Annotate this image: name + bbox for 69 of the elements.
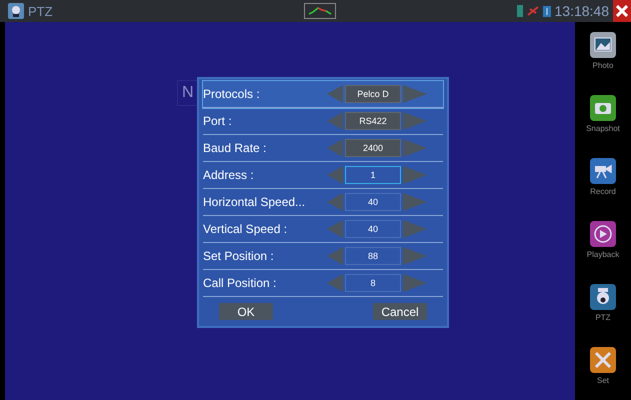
previous-button[interactable] (327, 274, 343, 292)
right-triangle-icon (403, 274, 427, 292)
field-label: Port : (203, 114, 233, 128)
previous-button[interactable] (327, 193, 343, 211)
setting-row[interactable]: Protocols : Pelco D (203, 81, 443, 108)
previous-button[interactable] (327, 139, 343, 157)
left-triangle-icon (327, 220, 343, 238)
setting-row[interactable]: Vertical Speed : 40 (203, 216, 443, 243)
field-label: Call Position : (203, 276, 278, 290)
value-field[interactable]: 88 (345, 247, 401, 265)
sidebar-item[interactable]: Set (590, 347, 616, 400)
right-triangle-icon (403, 85, 427, 103)
setting-row[interactable]: Baud Rate : 2400 (203, 135, 443, 162)
next-button[interactable] (403, 112, 427, 130)
right-triangle-icon (403, 193, 427, 211)
right-triangle-icon (403, 247, 427, 265)
next-button[interactable] (403, 247, 427, 265)
field-label: Address : (203, 168, 255, 182)
setting-row[interactable]: Call Position : 8 (203, 270, 443, 297)
right-triangle-icon (403, 220, 427, 238)
window-title: PTZ (28, 4, 53, 18)
field-label: Vertical Speed : (203, 222, 288, 236)
next-button[interactable] (403, 85, 427, 103)
next-button[interactable] (403, 166, 427, 184)
previous-button[interactable] (327, 85, 343, 103)
sidebar-item[interactable]: Snapshot (586, 95, 620, 152)
ok-button[interactable]: OK (219, 303, 273, 320)
close-button[interactable] (613, 0, 631, 22)
left-triangle-icon (327, 139, 343, 157)
left-triangle-icon (327, 85, 343, 103)
setting-row[interactable]: Horizontal Speed... 40 (203, 189, 443, 216)
value-field[interactable]: 40 (345, 193, 401, 211)
previous-button[interactable] (327, 247, 343, 265)
left-triangle-icon (327, 193, 343, 211)
setting-row[interactable]: Port : RS422 (203, 108, 443, 135)
clock-time: 13:18:48 (554, 3, 609, 19)
field-label: Protocols : (203, 87, 261, 101)
setting-row[interactable]: Set Position : 88 (203, 243, 443, 270)
value-button[interactable]: 2400 (345, 139, 401, 157)
next-button[interactable] (403, 193, 427, 211)
previous-button[interactable] (327, 112, 343, 130)
field-label: Set Position : (203, 249, 275, 263)
left-triangle-icon (327, 166, 343, 184)
sidebar-item[interactable]: Record (590, 158, 616, 215)
value-field[interactable]: 1 (345, 166, 401, 184)
previous-button[interactable] (327, 166, 343, 184)
field-label: Baud Rate : (203, 141, 268, 155)
cancel-button[interactable]: Cancel (373, 303, 427, 320)
value-button[interactable]: Pelco D (345, 85, 401, 103)
sidebar-item[interactable]: Playback (586, 221, 620, 278)
left-triangle-icon (327, 112, 343, 130)
right-triangle-icon (403, 139, 427, 157)
setting-row[interactable]: Address : 1 (203, 162, 443, 189)
signal-graph-icon (304, 3, 336, 19)
next-button[interactable] (403, 274, 427, 292)
right-triangle-icon (403, 112, 427, 130)
sidebar-item[interactable]: Photo (590, 32, 616, 89)
value-field[interactable]: 8 (345, 274, 401, 292)
value-button[interactable]: RS422 (345, 112, 401, 130)
next-button[interactable] (403, 139, 427, 157)
close-icon (616, 5, 628, 17)
field-label: Horizontal Speed... (203, 195, 306, 209)
right-triangle-icon (403, 166, 427, 184)
left-triangle-icon (327, 247, 343, 265)
sidebar-item[interactable]: PTZ (590, 284, 616, 341)
left-triangle-icon (327, 274, 343, 292)
next-button[interactable] (403, 220, 427, 238)
value-field[interactable]: 40 (345, 220, 401, 238)
previous-button[interactable] (327, 220, 343, 238)
